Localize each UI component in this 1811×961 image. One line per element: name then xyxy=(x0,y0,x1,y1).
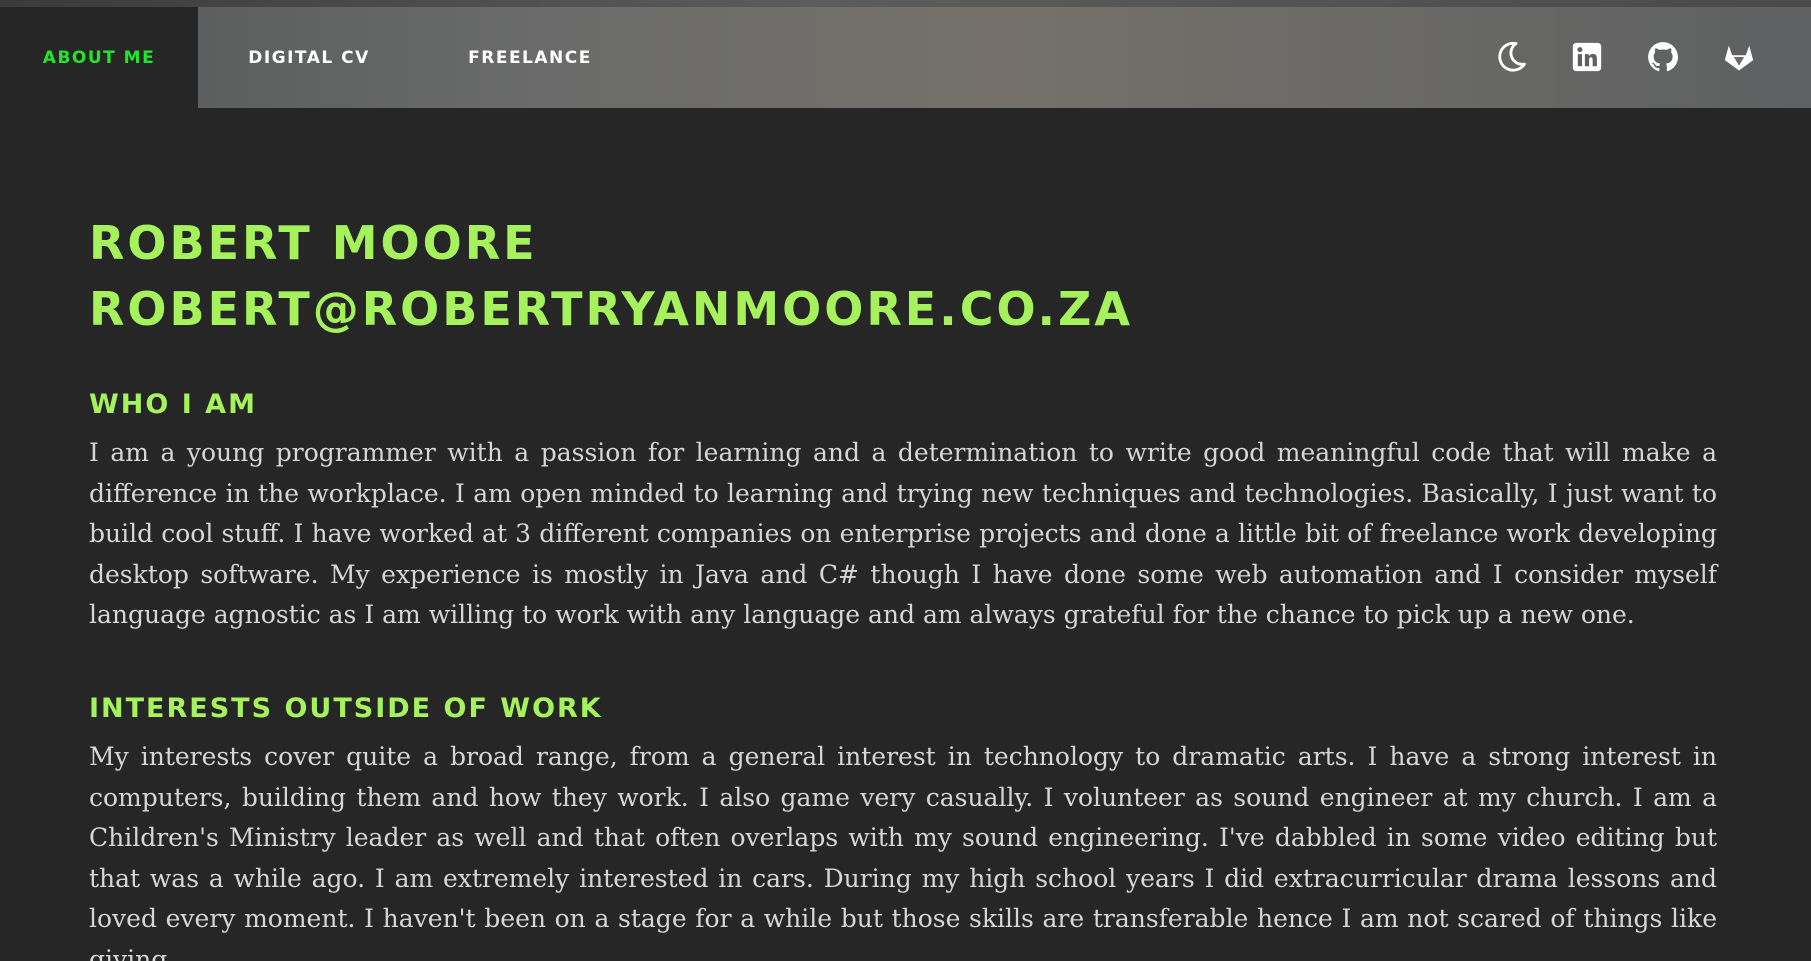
linkedin-icon[interactable] xyxy=(1567,37,1607,77)
linkedin-icon-graphic xyxy=(1572,42,1602,72)
tab-digital-cv[interactable]: DIGITAL CV xyxy=(210,7,408,108)
profile-email[interactable]: ROBERT@ROBERTRYANMOORE.CO.ZA xyxy=(89,276,1717,342)
tab-freelance[interactable]: FREELANCE xyxy=(430,7,630,108)
tab-about-me[interactable]: ABOUT ME xyxy=(0,7,198,108)
moon-icon-graphic xyxy=(1498,41,1526,72)
navbar: ABOUT ME DIGITAL CV FREELANCE xyxy=(0,7,1811,108)
gitlab-icon[interactable] xyxy=(1719,37,1759,77)
section-text-interests: My interests cover quite a broad range, … xyxy=(89,741,1717,961)
profile-name: ROBERT MOORE xyxy=(89,216,538,270)
section-title-interests: INTERESTS OUTSIDE OF WORK xyxy=(89,692,603,724)
github-icon[interactable] xyxy=(1643,37,1683,77)
main-content: ROBERT MOORE ROBERT@ROBERTRYANMOORE.CO.Z… xyxy=(89,210,1717,961)
github-icon-graphic xyxy=(1648,42,1679,72)
moon-icon[interactable] xyxy=(1491,37,1531,77)
gitlab-icon-graphic xyxy=(1724,45,1754,71)
section-text-who-i-am: I am a young programmer with a passion f… xyxy=(89,438,1717,630)
section-title-who-i-am: WHO I AM xyxy=(89,389,257,420)
top-strip xyxy=(0,0,1811,7)
